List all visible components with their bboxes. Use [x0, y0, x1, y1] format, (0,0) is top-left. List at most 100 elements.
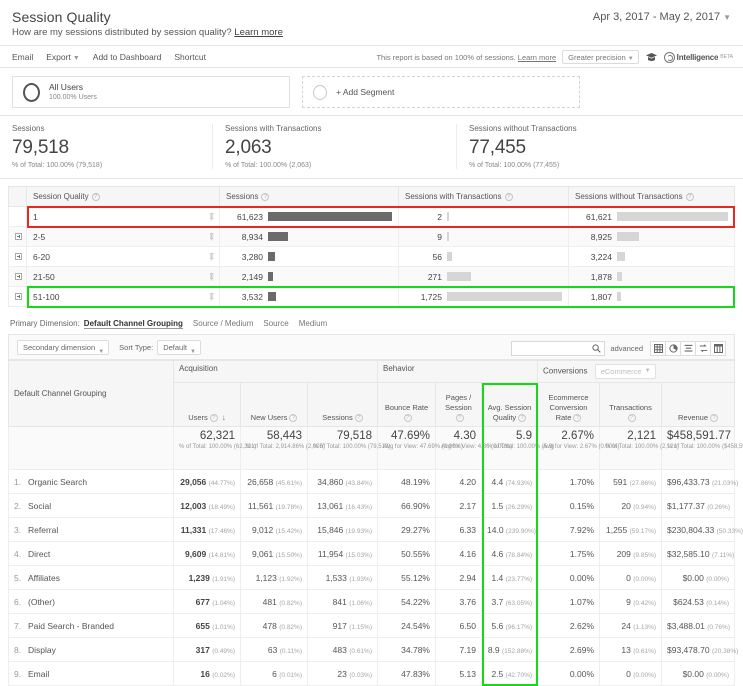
- table-row[interactable]: 4. Direct 9,609 (14.81%) 9,061 (15.50%) 11,9…: [8, 541, 735, 566]
- col-pages-session[interactable]: Pages / Session?: [435, 382, 482, 427]
- row-expand-cell[interactable]: [8, 206, 27, 227]
- table-row[interactable]: 9. Email 16 (0.02%) 6 (0.01%) 23 (0.03%) 47.8…: [8, 661, 735, 686]
- help-icon[interactable]: ?: [261, 193, 270, 201]
- expand-row-icon[interactable]: [15, 292, 22, 300]
- bounce-rate-value: 24.54%: [401, 620, 430, 631]
- help-icon[interactable]: ?: [455, 414, 464, 422]
- table-row[interactable]: 3. Referral 11,331 (17.46%) 9,012 (15.42%) 1…: [8, 517, 743, 542]
- help-icon[interactable]: ?: [710, 414, 719, 422]
- help-icon[interactable]: ?: [573, 414, 582, 422]
- table-row[interactable]: 2-5 ⁞|⁞ 8,934 9 8,925: [8, 226, 735, 247]
- channel-name[interactable]: Direct: [28, 549, 50, 559]
- col-revenue[interactable]: Revenue?: [661, 382, 735, 427]
- expand-row-icon[interactable]: [15, 252, 22, 260]
- primary-dimension-option-source-medium[interactable]: Source / Medium: [193, 319, 253, 328]
- advanced-filter-link[interactable]: advanced: [610, 344, 643, 353]
- drag-handle-icon[interactable]: ⁞|⁞: [209, 272, 213, 281]
- channel-name[interactable]: Affiliates: [28, 573, 60, 583]
- table-row[interactable]: 1. Organic Search 29,056 (44.77%) 26,658 (4…: [8, 469, 738, 494]
- drag-handle-icon[interactable]: ⁞|⁞: [209, 212, 213, 221]
- date-range-picker[interactable]: Apr 3, 2017 - May 2, 2017 ▼: [593, 11, 731, 23]
- dimension-header[interactable]: Default Channel Grouping: [8, 360, 174, 427]
- scorecard-sessions: Sessions 79,518 % of Total: 100.00% (79,…: [0, 124, 212, 169]
- comparison-view-icon[interactable]: [695, 340, 711, 356]
- help-icon[interactable]: ?: [289, 414, 298, 422]
- col-transactions[interactable]: Transactions?: [599, 382, 663, 427]
- col-bounce-rate[interactable]: Bounce Rate?: [377, 382, 436, 427]
- channel-name[interactable]: (Other): [28, 597, 55, 607]
- primary-dimension-option-medium[interactable]: Medium: [299, 319, 327, 328]
- primary-dimension-active[interactable]: Default Channel Grouping: [83, 319, 183, 329]
- help-icon[interactable]: ?: [504, 193, 513, 201]
- channel-name[interactable]: Display: [28, 645, 56, 655]
- drag-handle-icon[interactable]: ⁞|⁞: [209, 232, 213, 241]
- row-expand-cell[interactable]: [8, 266, 27, 287]
- sessions-with-transactions-bar: [447, 272, 471, 281]
- col-new-users[interactable]: New Users?: [240, 382, 308, 427]
- primary-dimension-option-source[interactable]: Source: [263, 319, 288, 328]
- table-row[interactable]: 6-20 ⁞|⁞ 3,280 56 3,224: [8, 246, 735, 267]
- precision-select[interactable]: Greater precision ▼: [562, 50, 639, 64]
- segment-all-users[interactable]: All Users 100.00% Users: [12, 76, 290, 108]
- help-icon[interactable]: ?: [354, 414, 363, 422]
- row-expand-cell[interactable]: [8, 286, 27, 307]
- search-icon[interactable]: [592, 343, 602, 353]
- pivot-view-icon[interactable]: [710, 340, 726, 356]
- add-segment-button[interactable]: + Add Segment: [302, 76, 580, 108]
- help-icon[interactable]: ?: [518, 414, 527, 422]
- row-expand-cell[interactable]: [8, 246, 27, 267]
- sessions-bar: [268, 272, 273, 281]
- table-row[interactable]: 51-100 ⁞|⁞ 3,532 1,725 1,807: [8, 286, 735, 307]
- help-icon[interactable]: ?: [403, 414, 412, 422]
- table-row[interactable]: 5. Affiliates 1,239 (1.91%) 1,123 (1.92%) 1,…: [8, 565, 735, 590]
- shortcut-button[interactable]: Shortcut: [174, 52, 206, 62]
- add-to-dashboard-button[interactable]: Add to Dashboard: [93, 52, 162, 62]
- drag-handle-icon[interactable]: ⁞|⁞: [209, 292, 213, 301]
- table-row[interactable]: 6. (Other) 677 (1.04%) 481 (0.82%) 841 (1.06…: [8, 589, 735, 614]
- secondary-dimension-select[interactable]: Secondary dimension ▼: [17, 339, 110, 355]
- table-row[interactable]: 8. Display 317 (0.49%) 63 (0.11%) 483 (0.61%…: [8, 637, 738, 662]
- sort-type-select[interactable]: Default ▼: [157, 339, 201, 355]
- channel-name[interactable]: Referral: [28, 525, 58, 535]
- help-icon[interactable]: ?: [91, 193, 100, 201]
- col-session-quality[interactable]: Session Quality?: [26, 186, 220, 207]
- col-sessions[interactable]: Sessions?: [307, 382, 378, 427]
- expand-row-icon[interactable]: [15, 272, 22, 280]
- action-bar-right: This report is based on 100% of sessions…: [376, 46, 733, 68]
- row-expand-cell[interactable]: [8, 226, 27, 247]
- row-number: 4.: [14, 548, 22, 559]
- performance-view-icon[interactable]: [680, 340, 696, 356]
- search-input[interactable]: [512, 341, 591, 355]
- col-sessions[interactable]: Sessions?: [219, 186, 399, 207]
- col-sessions-with-transactions[interactable]: Sessions with Transactions?: [398, 186, 569, 207]
- search-input-wrap[interactable]: [511, 340, 606, 356]
- table-row[interactable]: 2. Social 12,003 (18.49%) 11,561 (19.78%) 13…: [8, 493, 735, 518]
- export-button[interactable]: Export ▼: [46, 52, 80, 62]
- channel-name[interactable]: Organic Search: [28, 477, 87, 487]
- channel-name[interactable]: Email: [28, 669, 49, 679]
- help-icon[interactable]: ?: [209, 414, 218, 422]
- help-icon[interactable]: ?: [685, 193, 694, 201]
- pie-chart-view-icon[interactable]: [665, 340, 681, 356]
- col-ecommerce-conversion-rate[interactable]: Ecommerce Conversion Rate?: [537, 382, 601, 427]
- channel-name[interactable]: Social: [28, 501, 51, 511]
- table-view-icon[interactable]: [650, 340, 666, 356]
- col-avg-session-quality[interactable]: Avg. Session Quality?: [480, 382, 539, 427]
- expand-row-icon[interactable]: [15, 232, 22, 240]
- avg-session-quality-percent: (42.70%): [505, 671, 533, 679]
- help-icon[interactable]: ?: [627, 414, 636, 422]
- email-button[interactable]: Email: [12, 52, 33, 62]
- col-sessions-without-transactions[interactable]: Sessions without Transactions?: [568, 186, 735, 207]
- channel-name[interactable]: Paid Search - Branded: [28, 621, 114, 631]
- col-users[interactable]: Users? ↓: [173, 382, 241, 427]
- sampling-shield-icon[interactable]: [645, 52, 658, 63]
- table-row[interactable]: 1 ⁞|⁞ 61,623 2 61,621: [8, 206, 735, 227]
- sampling-learn-more-link[interactable]: Learn more: [518, 53, 556, 62]
- learn-more-link[interactable]: Learn more: [234, 27, 283, 38]
- drag-handle-icon[interactable]: ⁞|⁞: [209, 252, 213, 261]
- table-row[interactable]: 21-50 ⁞|⁞ 2,149 271 1,878: [8, 266, 735, 287]
- table-row[interactable]: 7. Paid Search - Branded 655 (1.01%) 478 (0…: [8, 613, 735, 638]
- intelligence-button[interactable]: Intelligence BETA: [663, 51, 733, 63]
- transactions-percent: (0.00%): [633, 671, 657, 679]
- ecommerce-select[interactable]: eCommerce ▼: [594, 364, 656, 379]
